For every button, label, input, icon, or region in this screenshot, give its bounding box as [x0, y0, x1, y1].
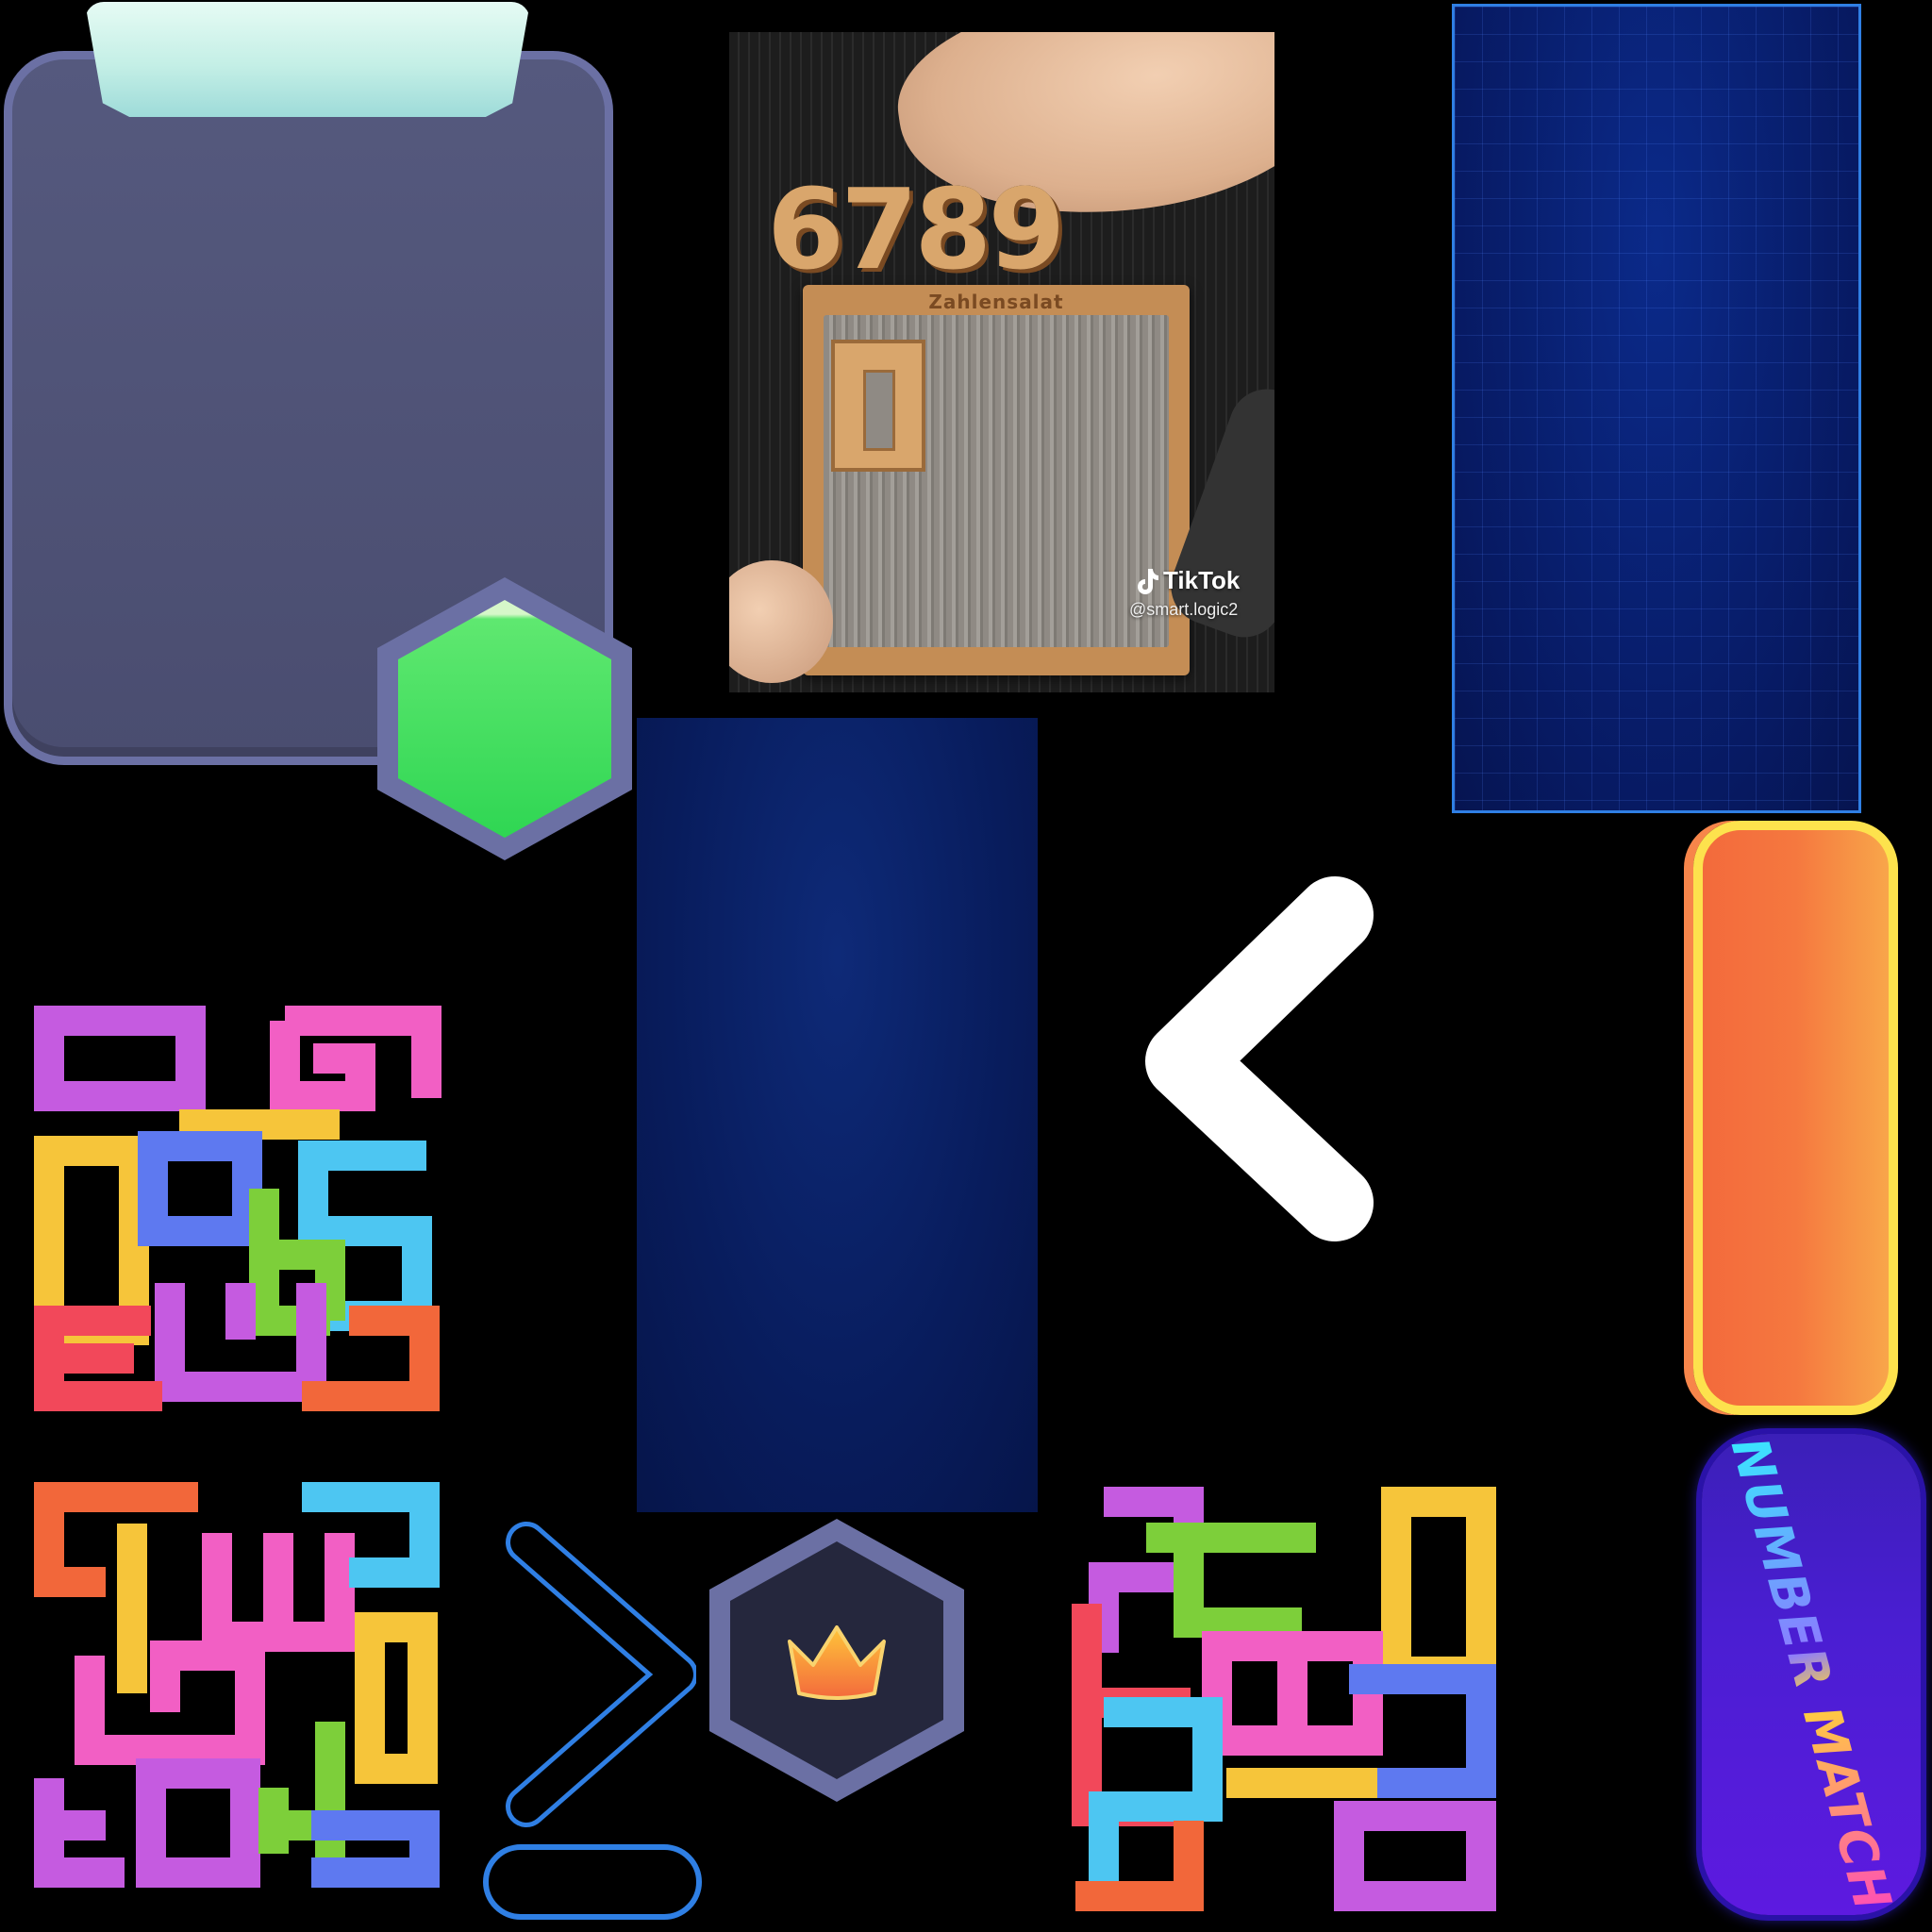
number-pieces-cluster-a [34, 1006, 441, 1411]
board-label: Zahlensalat [928, 291, 1064, 313]
outline-bar [483, 1844, 702, 1920]
play-hex-button[interactable] [377, 577, 632, 860]
tiktok-handle: @smart.logic2 [1129, 600, 1239, 619]
number-pieces-cluster-b [34, 1482, 440, 1888]
tiktok-icon [1138, 568, 1158, 594]
number-pieces-cluster-c [1072, 1487, 1496, 1911]
logo-text: NUMBER MATCH [1719, 1431, 1904, 1918]
grid-background [1452, 4, 1861, 813]
tiktok-label: TikTok [1163, 566, 1241, 594]
chevron-left-icon[interactable] [1132, 868, 1387, 1255]
dark-blue-card [637, 718, 1038, 1512]
wooden-digits: 6789 [767, 164, 1065, 294]
number-match-logo: NUMBER MATCH [1702, 1431, 1921, 1918]
crown-hex-badge[interactable] [709, 1519, 964, 1802]
panel-header-tab [85, 2, 530, 117]
tiktok-watermark: TikTok [1135, 566, 1240, 595]
orange-pill-button[interactable] [1693, 821, 1898, 1415]
chevron-right-icon[interactable] [489, 1519, 696, 1830]
tutorial-video[interactable]: 6789 Zahlensalat TikTok @smart.logic2 [729, 32, 1274, 692]
crown-icon [788, 1625, 886, 1700]
